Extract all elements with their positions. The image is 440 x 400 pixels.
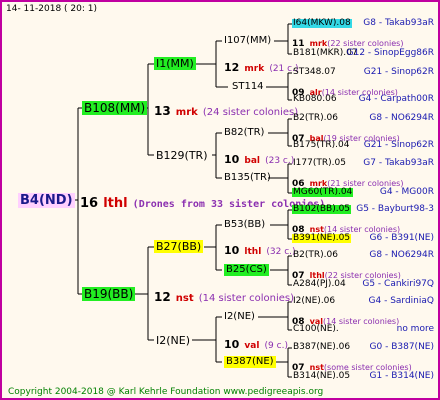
- gen3-queen[interactable]: ST114: [230, 81, 266, 93]
- gen4-origin: G21 - Sinop62R: [363, 140, 434, 150]
- drone-mark: val: [244, 341, 260, 351]
- gen4-queen[interactable]: B387(NE).06: [292, 343, 351, 352]
- gen4-queen[interactable]: B2(TR).06: [292, 251, 339, 260]
- gen4-queen[interactable]: B175(TR).04: [292, 141, 350, 150]
- gen4-queen[interactable]: I2(NE).06: [292, 297, 336, 306]
- gen4-origin: G4 - SardiniaQ: [368, 296, 434, 306]
- gen4-queen[interactable]: MG60(TR).04: [292, 188, 354, 197]
- gen1-drone-info: 13 mrk (24 sister colonies): [154, 102, 298, 118]
- gen3-queen[interactable]: B135(TR): [222, 172, 273, 184]
- gen4-origin: G6 - B391(NE): [369, 233, 434, 243]
- drone-note: (22 sister colonies): [327, 39, 404, 48]
- drone-number: 12: [224, 61, 240, 74]
- gen2-drone-info: 12 mrk (21 c.): [224, 58, 298, 74]
- gen4-queen[interactable]: B2(TR).06: [292, 114, 339, 123]
- gen4-origin: G5 - Cankiri97Q: [362, 279, 434, 289]
- pedigree-chart: { "date": "14- 11-2018 ( 20: 1)", "root"…: [0, 0, 440, 400]
- gen2-queen[interactable]: B129(TR): [154, 149, 210, 162]
- gen4-queen[interactable]: B102(BB).05: [292, 205, 352, 214]
- gen4-queen[interactable]: B391(NE).05: [292, 234, 352, 243]
- gen4-origin: G4 - MG00R: [379, 187, 434, 197]
- gen3-queen[interactable]: B25(CS): [224, 264, 269, 276]
- gen2-queen[interactable]: I2(NE): [154, 334, 192, 347]
- gen1-queen[interactable]: B108(MM): [82, 101, 148, 115]
- gen4-origin: G12 - SinopEgg86R: [346, 48, 434, 58]
- gen2-drone-info: 10 lthl (32 c.): [224, 241, 296, 257]
- drone-mark: nst: [175, 293, 194, 304]
- gen2-queen[interactable]: I1(MM): [154, 57, 196, 70]
- gen4-queen[interactable]: B314(NE).05: [292, 372, 351, 381]
- gen3-queen[interactable]: I107(MM): [222, 35, 273, 47]
- root-drone-number: 16: [80, 196, 99, 211]
- drone-mark: lthl: [244, 247, 262, 257]
- drone-number: 10: [224, 338, 240, 351]
- gen1-queen[interactable]: B19(BB): [82, 287, 136, 301]
- drone-mark: mrk: [309, 39, 328, 48]
- gen4-origin: G5 - Bayburt98-3: [356, 204, 434, 214]
- gen4-origin: G0 - B387(NE): [369, 342, 434, 352]
- drone-note: (23 c.): [265, 156, 295, 166]
- gen4-queen[interactable]: I64(MKW).08: [292, 19, 352, 28]
- gen4-origin: G4 - Carpath00R: [358, 94, 434, 104]
- drone-number: 12: [154, 290, 171, 304]
- gen3-queen[interactable]: I2(NE): [222, 311, 257, 323]
- gen4-queen[interactable]: ST348.07: [292, 68, 337, 77]
- drone-number: 13: [154, 104, 171, 118]
- root-drone-mark: lthl: [103, 196, 128, 211]
- gen2-drone-info: 10 bal (23 c.): [224, 150, 294, 166]
- drone-mark: mrk: [244, 64, 265, 74]
- gen4-origin: G8 - NO6294R: [369, 250, 434, 260]
- gen3-queen[interactable]: B82(TR): [222, 127, 266, 139]
- gen3-queen[interactable]: B53(BB): [222, 219, 267, 231]
- drone-number: 10: [224, 153, 240, 166]
- gen1-drone-info: 12 nst (14 sister colonies): [154, 288, 294, 304]
- drone-mark: bal: [244, 156, 261, 166]
- gen3-queen[interactable]: B387(NE): [224, 356, 276, 368]
- gen4-queen[interactable]: A284(PJ).04: [292, 280, 347, 289]
- gen4-origin: G21 - Sinop62R: [363, 67, 434, 77]
- gen4-origin: G1 - B314(NE): [369, 371, 434, 381]
- root-drone-info: 16 lthl (Drones from 33 sister colonies): [80, 194, 325, 210]
- gen4-queen[interactable]: I177(TR).05: [292, 159, 347, 168]
- drone-note: (24 sister colonies): [202, 107, 299, 118]
- gen4-origin: G7 - Takab93aR: [363, 158, 434, 168]
- drone-number: 10: [224, 244, 240, 257]
- gen4-origin: G8 - Takab93aR: [363, 18, 434, 28]
- gen4-queen[interactable]: KB080.06: [292, 95, 338, 104]
- drone-note: (14 sister colonies): [198, 293, 295, 304]
- report-date: 14- 11-2018 ( 20: 1): [6, 4, 97, 14]
- copyright-footer: Copyright 2004-2018 @ Karl Kehrle Founda…: [8, 387, 324, 397]
- gen2-drone-info: 10 val (9 c.): [224, 335, 288, 351]
- gen4-queen[interactable]: C100(NE).: [292, 325, 340, 334]
- root-queen[interactable]: B4(ND): [18, 193, 75, 208]
- drone-note: (9 c.): [264, 341, 288, 351]
- gen4-drone-info: 11 mrk(22 sister colonies): [292, 33, 403, 49]
- gen2-queen[interactable]: B27(BB): [154, 240, 204, 253]
- gen4-origin: no more: [396, 324, 434, 334]
- gen4-origin: G8 - NO6294R: [369, 113, 434, 123]
- drone-mark: mrk: [175, 107, 198, 118]
